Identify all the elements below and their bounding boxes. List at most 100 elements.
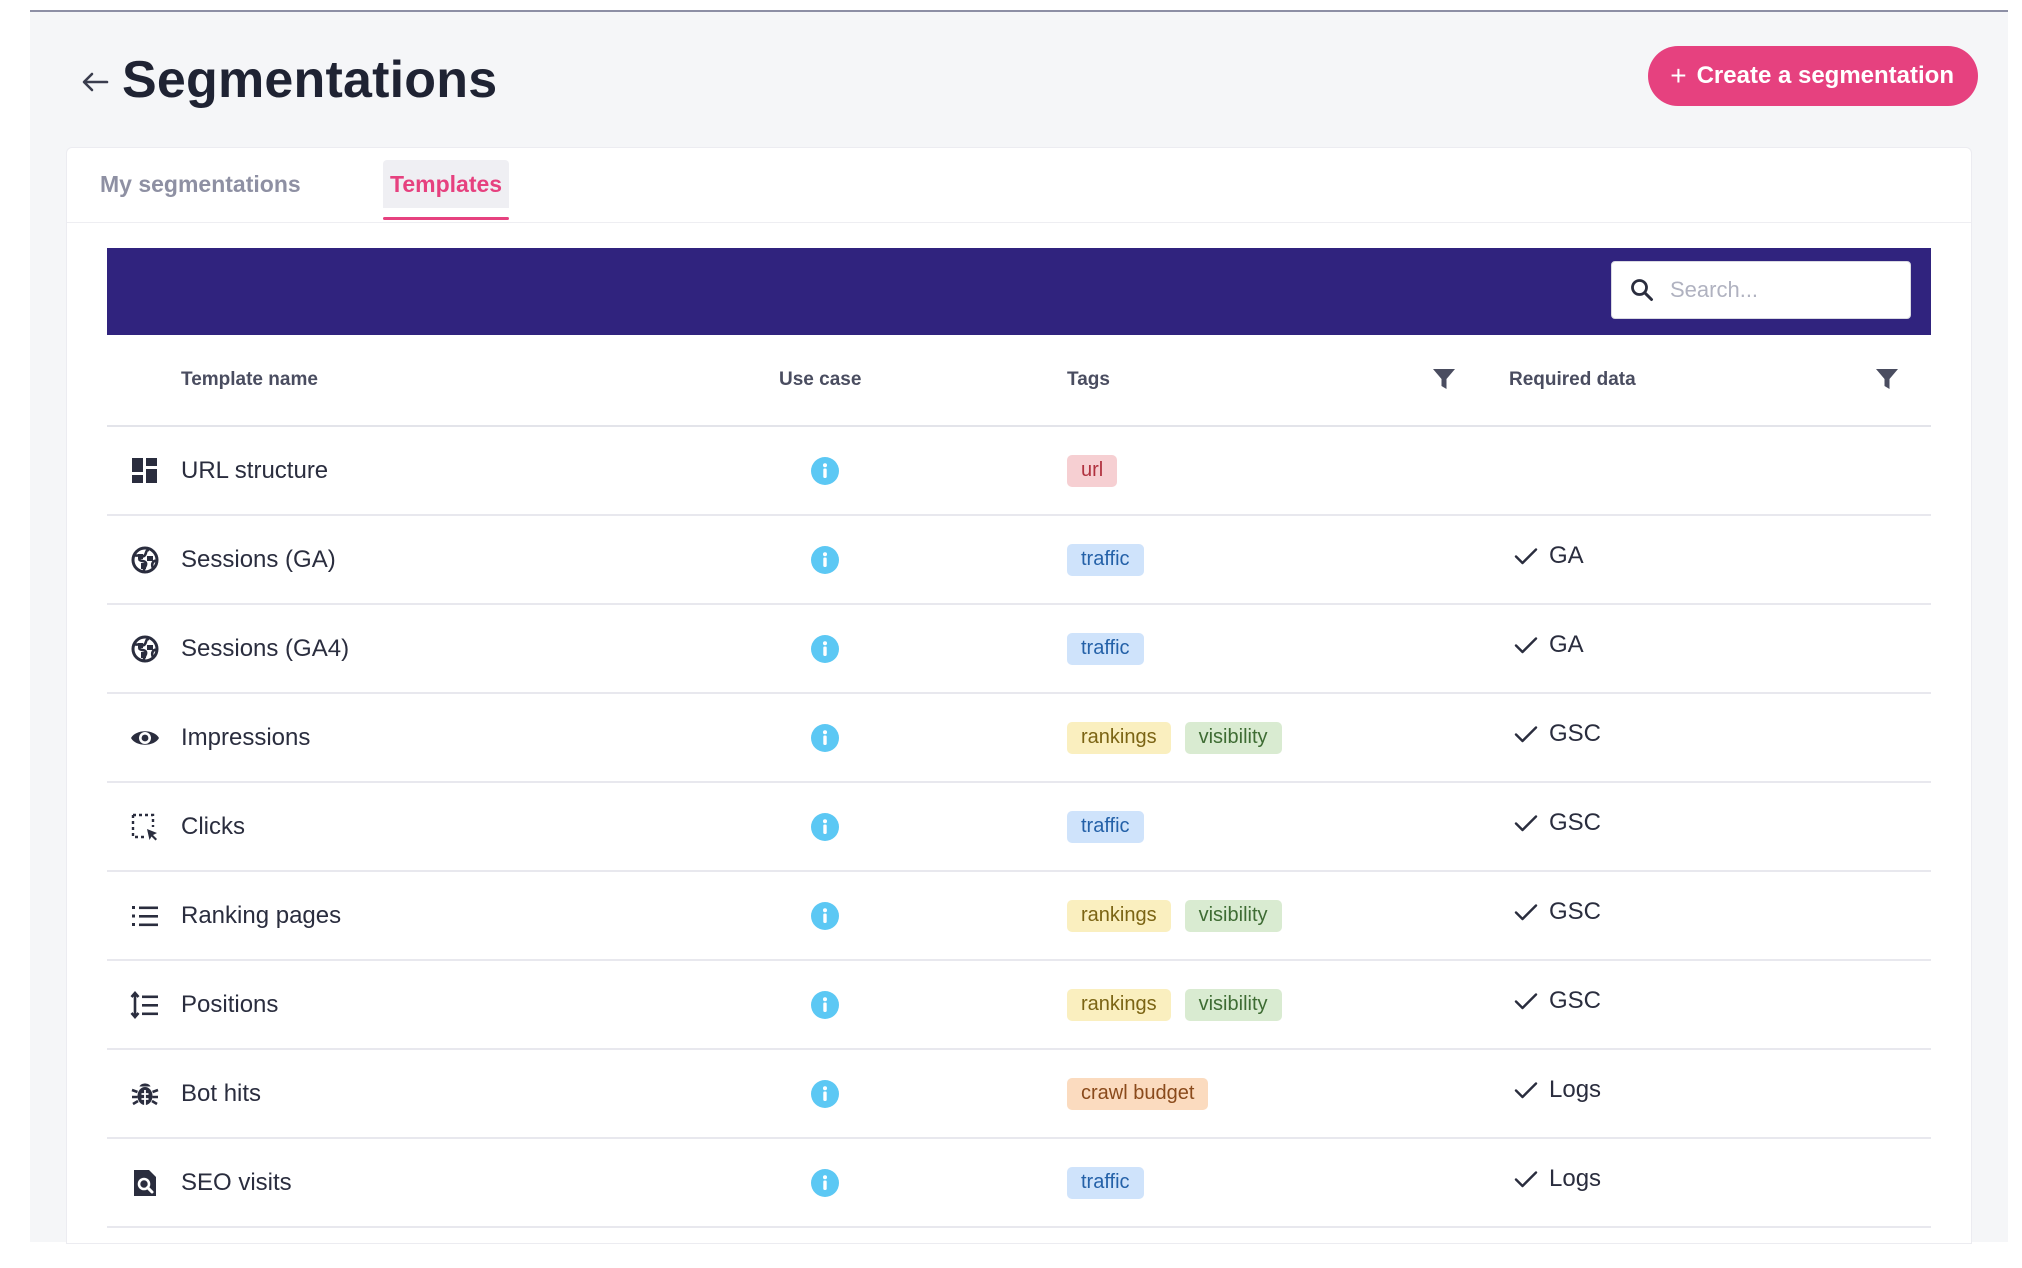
table-row[interactable]: Bot hits crawl budget Logs	[107, 1050, 1931, 1139]
required-data-label: GSC	[1549, 719, 1602, 747]
eye-icon	[129, 722, 161, 754]
back-arrow-icon[interactable]	[75, 62, 115, 102]
tab-my-segmentations[interactable]: My segmentations	[93, 160, 308, 208]
required-data-cell: Logs	[1513, 1135, 1601, 1222]
table-row[interactable]: Clicks traffic GSC	[107, 783, 1931, 872]
search-input[interactable]	[1668, 276, 1892, 304]
table-body: URL structure url Sessions (GA) traffic GA Se…	[107, 427, 1931, 1228]
check-icon	[1513, 1077, 1539, 1103]
table-row[interactable]: SEO visits traffic Logs	[107, 1139, 1931, 1228]
tag-badge: traffic	[1067, 810, 1144, 843]
bug-icon	[129, 1078, 161, 1110]
info-icon[interactable]	[811, 724, 839, 752]
template-name[interactable]: SEO visits	[181, 1139, 292, 1226]
check-icon	[1513, 810, 1539, 836]
check-icon	[1513, 1166, 1539, 1192]
tags-cell: traffic	[1067, 516, 1144, 603]
tags-cell: traffic	[1067, 783, 1144, 870]
info-icon[interactable]	[811, 902, 839, 930]
search-box[interactable]	[1611, 261, 1911, 319]
info-icon[interactable]	[811, 546, 839, 574]
info-icon[interactable]	[811, 813, 839, 841]
dashboard-icon	[129, 455, 161, 487]
segmentations-card: My segmentations Templates Template name	[66, 147, 1972, 1244]
tag-badge: url	[1067, 454, 1118, 487]
table-row[interactable]: Ranking pages rankings visibility GSC	[107, 872, 1931, 961]
tags-cell: traffic	[1067, 1139, 1144, 1226]
tags-cell: url	[1067, 427, 1118, 514]
column-header-template-name[interactable]: Template name	[181, 335, 318, 425]
column-header-required-data: Required data	[1509, 369, 1636, 390]
required-data-label: GSC	[1549, 897, 1602, 925]
info-icon[interactable]	[811, 1169, 839, 1197]
required-data-label: GA	[1549, 630, 1584, 658]
template-name[interactable]: Ranking pages	[181, 872, 341, 959]
tab-bar: My segmentations Templates	[67, 148, 1971, 223]
table-row[interactable]: Positions rankings visibility GSC	[107, 961, 1931, 1050]
app-window: Segmentations + Create a segmentation My…	[30, 10, 2008, 1244]
tag-badge: crawl budget	[1067, 1077, 1209, 1110]
tag-badge: rankings	[1067, 721, 1171, 754]
check-icon	[1513, 543, 1539, 569]
tag-badge: rankings	[1067, 988, 1171, 1021]
table-row[interactable]: Sessions (GA) traffic GA	[107, 516, 1931, 605]
template-name[interactable]: Impressions	[181, 694, 310, 781]
required-data-label: Logs	[1549, 1164, 1602, 1192]
required-data-label: GA	[1549, 541, 1584, 569]
required-data-label: GSC	[1549, 986, 1602, 1014]
page-title: Segmentations	[122, 51, 498, 109]
column-header-tags: Tags	[1067, 369, 1110, 390]
tags-cell: rankings visibility	[1067, 694, 1282, 781]
template-name[interactable]: Positions	[181, 961, 278, 1048]
tags-filter-icon[interactable]	[1431, 366, 1457, 392]
create-segmentation-label: Create a segmentation	[1696, 62, 1954, 89]
create-segmentation-button[interactable]: + Create a segmentation	[1648, 46, 1978, 106]
tags-cell: crawl budget	[1067, 1050, 1209, 1137]
tags-cell: rankings visibility	[1067, 872, 1282, 959]
tags-cell: traffic	[1067, 605, 1144, 692]
tab-templates[interactable]: Templates	[383, 160, 510, 220]
check-icon	[1513, 721, 1539, 747]
required-data-filter-icon[interactable]	[1874, 366, 1900, 392]
table-row[interactable]: Impressions rankings visibility GSC	[107, 694, 1931, 783]
tags-cell: rankings visibility	[1067, 961, 1282, 1048]
search-icon	[1628, 276, 1656, 304]
tag-badge: traffic	[1067, 543, 1144, 576]
find-page-icon	[129, 1167, 161, 1199]
template-name[interactable]: Sessions (GA)	[181, 516, 336, 603]
required-data-cell: Logs	[1513, 1046, 1601, 1133]
check-icon	[1513, 988, 1539, 1014]
globe-icon	[129, 544, 161, 576]
required-data-label: GSC	[1549, 808, 1602, 836]
check-icon	[1513, 632, 1539, 658]
required-data-cell: GA	[1513, 601, 1584, 688]
tag-badge: traffic	[1067, 632, 1144, 665]
required-data-cell: GSC	[1513, 868, 1601, 955]
info-icon[interactable]	[811, 635, 839, 663]
plus-icon: +	[1670, 60, 1687, 91]
info-icon[interactable]	[811, 1080, 839, 1108]
info-icon[interactable]	[811, 991, 839, 1019]
table-row[interactable]: Sessions (GA4) traffic GA	[107, 605, 1931, 694]
template-name[interactable]: Sessions (GA4)	[181, 605, 349, 692]
table-row[interactable]: URL structure url	[107, 427, 1931, 516]
required-data-cell: GSC	[1513, 779, 1601, 866]
page-header: Segmentations + Create a segmentation	[30, 12, 2008, 147]
globe-icon	[129, 633, 161, 665]
table-header: Template name Use case Tags Required dat…	[107, 335, 1931, 427]
info-icon[interactable]	[811, 457, 839, 485]
template-name[interactable]: URL structure	[181, 427, 328, 514]
template-name[interactable]: Clicks	[181, 783, 245, 870]
required-data-cell: GSC	[1513, 957, 1601, 1044]
required-data-label: Logs	[1549, 1075, 1602, 1103]
tag-badge: rankings	[1067, 899, 1171, 932]
click-select-icon	[129, 811, 161, 843]
required-data-cell: GA	[1513, 512, 1584, 599]
check-icon	[1513, 899, 1539, 925]
tag-badge: visibility	[1184, 988, 1282, 1021]
template-name[interactable]: Bot hits	[181, 1050, 261, 1137]
tag-badge: visibility	[1184, 721, 1282, 754]
sort-list-icon	[129, 989, 161, 1021]
required-data-cell: GSC	[1513, 690, 1601, 777]
column-header-use-case: Use case	[779, 369, 862, 390]
